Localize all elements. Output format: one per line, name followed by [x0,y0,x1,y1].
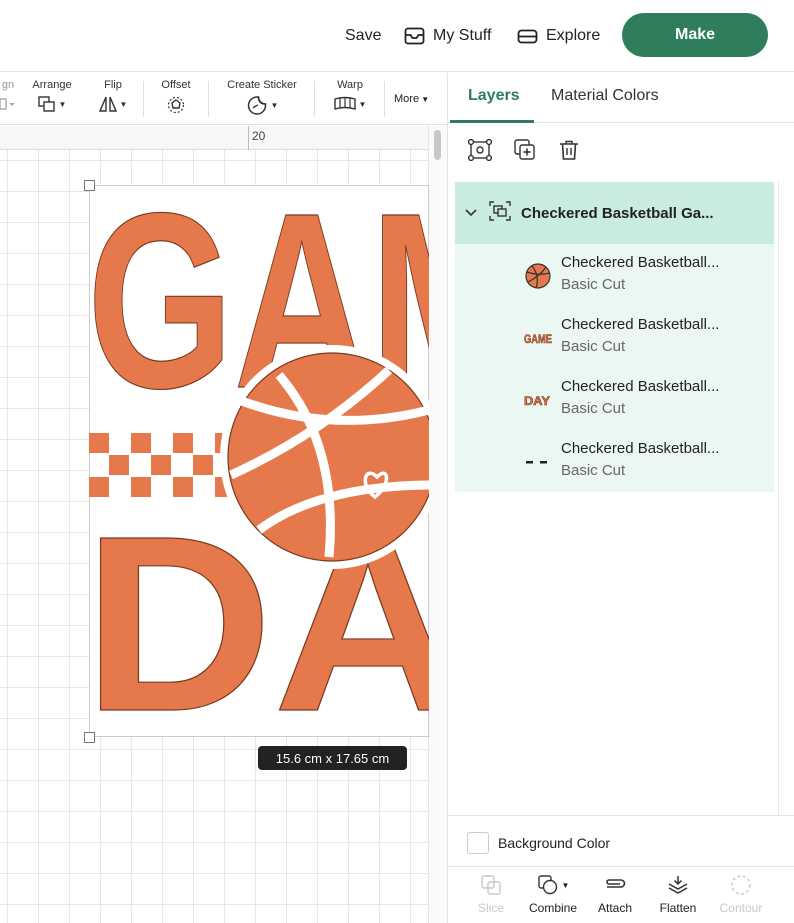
paperclip-icon [606,879,626,888]
more-button[interactable]: More ▼ [394,93,429,105]
contour-button[interactable]: Contour [710,874,772,915]
background-color-row[interactable]: Background Color [448,815,794,867]
save-button[interactable]: Save [345,0,381,72]
combine-icon [537,875,557,895]
chevron-down-icon: ▼ [419,95,430,104]
duplicate-button[interactable] [514,139,536,161]
flatten-button[interactable]: Flatten [647,874,709,915]
chevron-down-icon[interactable] [465,206,477,220]
align-icon [0,96,16,112]
delete-button[interactable] [558,139,580,161]
layer-operation: Basic Cut [561,276,626,293]
ruler-number: 20 [252,129,266,143]
chevron-down-icon: ▼ [119,100,128,109]
toolbar-divider [143,81,144,117]
attach-button[interactable]: Attach [584,874,646,915]
flatten-icon [668,876,688,894]
layer-operation: Basic Cut [561,400,626,417]
layer-item[interactable]: DAY Checkered Basketball... Basic Cut [455,368,774,430]
bottom-toolbar: Slice ▼ Combine Attach Flatten Contour [448,868,794,923]
ruler-tick [248,126,249,150]
group-name: Checkered Basketball Ga... [521,204,714,222]
offset-icon [167,96,185,114]
explore-icon [517,29,538,43]
slice-icon [481,875,501,895]
svg-text:GAME: GAME [524,332,552,346]
group-layers-icon [489,200,511,226]
layer-item[interactable]: Checkered Basketball... Basic Cut [455,244,774,306]
sticker-icon [247,96,266,115]
combine-button[interactable]: ▼ Combine [522,874,584,915]
svg-text:DAY: DAY [524,394,550,408]
offset-tool[interactable]: Offset [155,73,197,125]
edit-toolbar: gn Arrange ▼ Flip ▼ Offset Create Sticke… [0,73,447,125]
make-button[interactable]: Make [622,13,768,57]
duplicate-icon [514,139,535,160]
panel-scroll-track[interactable] [778,182,779,815]
panel-tabs: Layers Material Colors [448,73,794,123]
tab-layers[interactable]: Layers [468,87,520,105]
align-tool[interactable]: gn [0,73,16,125]
toolbar-divider [314,81,315,117]
top-bar: Save My Stuff Explore Make [0,0,794,72]
warp-icon [333,96,356,110]
slice-button[interactable]: Slice [460,874,522,915]
layer-operation: Basic Cut [561,338,626,355]
layer-operation: Basic Cut [561,462,626,479]
layer-name: Checkered Basketball... [561,440,720,457]
selection-handle-top-left[interactable] [84,180,95,191]
game-text-thumb-icon: GAME [523,324,553,352]
toolbar-divider [384,81,385,117]
inbox-icon [404,27,425,45]
scrollbar-thumb[interactable] [434,130,441,160]
canvas-vertical-scrollbar[interactable] [428,126,447,923]
trash-icon [560,140,578,160]
dashes-thumb-icon [523,448,553,476]
chevron-down-icon: ▼ [270,101,279,110]
layers-list: Checkered Basketball Ga... Checkered Bas… [455,182,774,492]
size-readout: 15.6 cm x 17.65 cm [258,746,407,770]
flip-tool[interactable]: Flip ▼ [96,73,130,125]
layer-item[interactable]: GAME Checkered Basketball... Basic Cut [455,306,774,368]
arrange-icon [37,96,55,112]
basketball-game-day-design[interactable]: GAM DA [89,185,429,737]
layer-name: Checkered Basketball... [561,254,720,271]
layer-name: Checkered Basketball... [561,316,720,333]
create-sticker-tool[interactable]: Create Sticker ▼ [222,73,302,125]
background-color-checkbox[interactable] [467,832,489,854]
explore-button[interactable]: Explore [517,0,600,72]
background-color-label: Background Color [498,835,611,851]
layer-group-row[interactable]: Checkered Basketball Ga... [455,182,774,244]
warp-tool[interactable]: Warp ▼ [330,73,370,125]
layer-item[interactable]: Checkered Basketball... Basic Cut [455,430,774,492]
horizontal-ruler: 20 [0,126,428,150]
contour-icon [731,875,751,895]
day-text-thumb-icon: DAY [523,386,553,414]
chevron-down-icon: ▼ [561,880,570,890]
chevron-down-icon: ▼ [58,100,67,109]
layer-name: Checkered Basketball... [561,378,720,395]
tab-material-colors[interactable]: Material Colors [551,87,659,105]
basketball-thumb-icon [523,262,553,290]
chevron-down-icon: ▼ [358,99,367,109]
layers-panel: Layers Material Colors Checkered Basketb… [447,73,794,923]
group-icon-button[interactable] [468,139,492,161]
my-stuff-button[interactable]: My Stuff [404,0,491,72]
toolbar-divider [208,81,209,117]
active-tab-indicator [450,120,534,123]
flip-icon [98,96,117,112]
group-icon [468,139,492,161]
arrange-tool[interactable]: Arrange ▼ [26,73,78,125]
selection-handle-bottom-left[interactable] [84,732,95,743]
